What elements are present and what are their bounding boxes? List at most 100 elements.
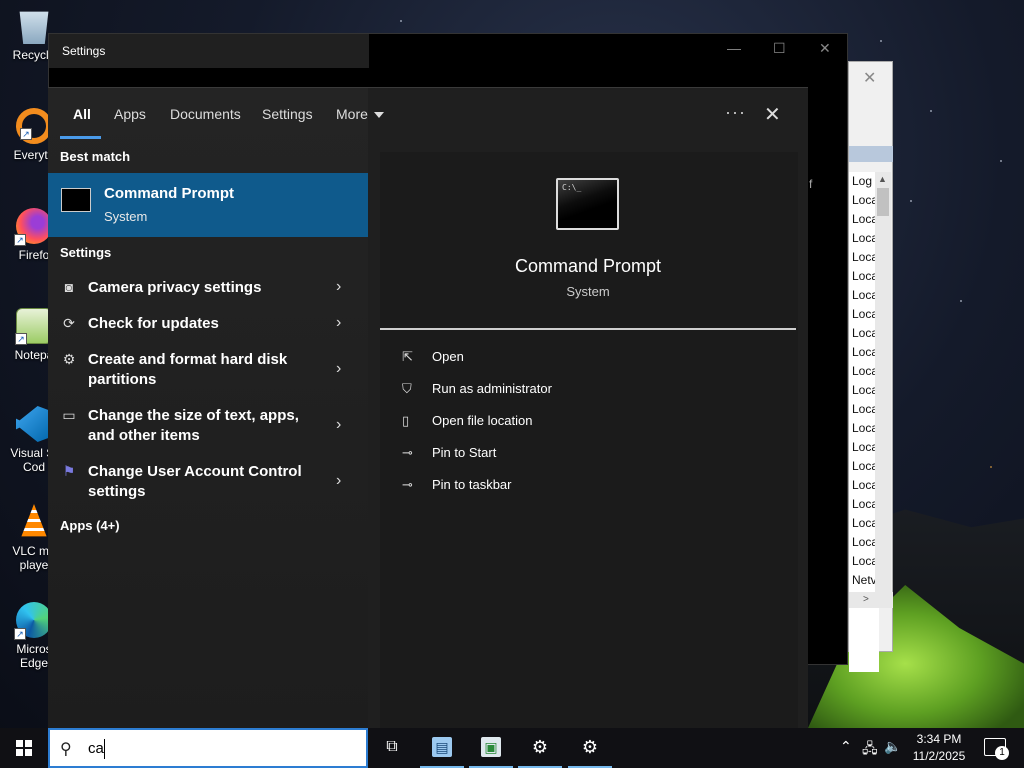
command-prompt-icon: C:\_ <box>556 178 619 230</box>
notepad-icon: ↗ <box>15 308 52 345</box>
action-label: Open file location <box>432 413 533 428</box>
minimize-icon[interactable]: — <box>727 40 741 56</box>
vlc-icon <box>21 504 47 537</box>
shield-icon: ⛉ <box>402 381 412 396</box>
setting-item-uac[interactable]: ⚑ Change User Account Control settings › <box>48 462 368 504</box>
maximize-icon[interactable]: ☐ <box>773 40 786 57</box>
close-icon[interactable]: ✕ <box>863 68 876 88</box>
settings-heading: Settings <box>60 245 112 260</box>
vscode-icon <box>16 406 52 442</box>
taskbar-app-settings-gear[interactable]: ⚙ <box>516 728 564 768</box>
taskbar: ⚲ ca ⧉ ▤ ▣ ⚙ ⚙ ⌃ 🖧 🔈 3:34 PM 11/2/2025 1 <box>0 728 1024 768</box>
best-match-item[interactable]: Command Prompt System <box>48 173 368 237</box>
scroll-thumb[interactable] <box>877 188 889 216</box>
setting-item-check-updates[interactable]: ⟳ Check for updates › <box>48 314 368 336</box>
notification-count-badge: 1 <box>995 746 1009 760</box>
pin-icon: ⊸ <box>402 445 413 460</box>
task-view-icon: ⧉ <box>386 738 398 755</box>
chevron-up-icon[interactable]: ⌃ <box>840 738 852 755</box>
preview-subtitle: System <box>566 284 610 299</box>
action-label: Run as administrator <box>432 381 552 396</box>
setting-item-disk-partitions[interactable]: ⚙ Create and format hard disk partitions… <box>48 350 368 392</box>
partial-text: f <box>809 177 813 191</box>
action-label: Pin to taskbar <box>432 477 512 492</box>
chevron-right-icon: › <box>336 472 342 489</box>
action-open-file-location[interactable]: ▯ Open file location <box>402 412 602 432</box>
display-icon: ▭ <box>62 407 76 423</box>
disk-management-icon: ⚙ <box>62 351 76 367</box>
setting-item-label: Check for updates <box>88 315 219 332</box>
search-panel[interactable]: All Apps Documents Settings More ··· ✕ B… <box>48 87 808 729</box>
setting-item-text-size[interactable]: ▭ Change the size of text, apps, and oth… <box>48 406 368 448</box>
more-options-icon[interactable]: ··· <box>725 102 746 123</box>
notepad-icon: ▤ <box>432 737 452 757</box>
preview-pane: C:\_ Command Prompt System ⇱ Open ⛉ Run … <box>380 152 798 729</box>
tab-settings[interactable]: Settings <box>262 106 313 122</box>
gear-icon: ⚙ <box>581 737 599 757</box>
task-view-button[interactable]: ⧉ <box>368 728 416 768</box>
background-window[interactable]: ✕ Log Loca Loca Loca Loca Loca Loca Loca Loca Loc… <box>848 61 893 672</box>
open-icon: ⇱ <box>402 349 413 364</box>
settings-titlebar[interactable]: Settings <box>49 34 369 68</box>
shortcut-arrow-icon: ↗ <box>15 333 27 345</box>
search-icon: ⚲ <box>60 741 72 758</box>
action-pin-to-start[interactable]: ⊸ Pin to Start <box>402 444 602 464</box>
start-button[interactable] <box>0 728 48 768</box>
vertical-scrollbar[interactable]: ▲ ▼ <box>875 172 891 608</box>
tab-documents[interactable]: Documents <box>170 106 241 122</box>
search-input[interactable]: ca <box>88 740 104 757</box>
setting-item-label: Create and format hard disk partitions <box>88 351 288 388</box>
taskbar-clock[interactable]: 3:34 PM 11/2/2025 <box>904 731 974 765</box>
taskbar-app-notepad[interactable]: ▤ <box>418 728 466 768</box>
active-tab-indicator <box>60 136 101 139</box>
best-match-name: Command Prompt <box>104 185 235 202</box>
everything-search-icon: ↗ <box>16 108 52 144</box>
close-icon[interactable]: ✕ <box>819 40 831 57</box>
text-caret <box>104 739 105 759</box>
preview-title: Command Prompt <box>514 256 662 276</box>
action-label: Open <box>432 349 464 364</box>
scroll-up-icon[interactable]: ▲ <box>878 174 887 184</box>
tab-all[interactable]: All <box>73 106 91 122</box>
close-icon[interactable]: ✕ <box>764 102 781 127</box>
chevron-right-icon: › <box>336 314 342 331</box>
action-label: Pin to Start <box>432 445 497 460</box>
setting-item-label: Camera privacy settings <box>88 279 262 296</box>
shortcut-arrow-icon: ↗ <box>14 628 26 640</box>
command-prompt-icon <box>61 188 91 212</box>
chevron-right-icon: › <box>336 360 342 377</box>
setting-item-label: Change the size of text, apps, and other… <box>88 407 299 444</box>
edge-icon: ↗ <box>14 602 52 640</box>
best-match-type: System <box>104 209 148 224</box>
system-tool-icon: ▣ <box>481 737 501 757</box>
gear-icon: ⚙ <box>531 737 549 757</box>
action-run-as-admin[interactable]: ⛉ Run as administrator <box>402 380 602 400</box>
network-icon[interactable]: 🖧 <box>862 738 878 762</box>
clock-time: 3:34 PM <box>916 732 962 746</box>
best-match-heading: Best match <box>60 149 131 164</box>
windows-logo-icon <box>16 740 32 756</box>
tab-more[interactable]: More <box>336 106 384 122</box>
folder-location-icon: ▯ <box>402 413 410 428</box>
horizontal-scroll-right-icon[interactable]: > <box>849 592 893 608</box>
shortcut-arrow-icon: ↗ <box>14 234 26 246</box>
shortcut-arrow-icon: ↗ <box>20 128 32 140</box>
firefox-icon: ↗ <box>14 208 52 246</box>
chevron-right-icon: › <box>336 278 342 295</box>
refresh-icon: ⟳ <box>63 315 75 331</box>
action-pin-to-taskbar[interactable]: ⊸ Pin to taskbar <box>402 476 602 496</box>
notification-center-button[interactable]: 1 <box>984 738 1009 760</box>
taskbar-app-system-tool[interactable]: ▣ <box>467 728 515 768</box>
setting-item-camera-privacy[interactable]: ◙ Camera privacy settings › <box>48 278 368 300</box>
volume-muted-icon[interactable]: 🔈 <box>884 738 901 755</box>
pin-icon: ⊸ <box>402 477 413 492</box>
taskbar-search-box[interactable]: ⚲ ca <box>48 728 368 768</box>
action-open[interactable]: ⇱ Open <box>402 348 602 368</box>
taskbar-app-settings[interactable]: ⚙ <box>566 728 614 768</box>
clock-date: 11/2/2025 <box>912 749 966 763</box>
apps-heading[interactable]: Apps (4+) <box>60 518 120 533</box>
camera-icon: ◙ <box>64 279 74 295</box>
tab-more-label: More <box>336 106 368 122</box>
tab-apps[interactable]: Apps <box>114 106 146 122</box>
recycle-bin-icon <box>19 11 49 44</box>
